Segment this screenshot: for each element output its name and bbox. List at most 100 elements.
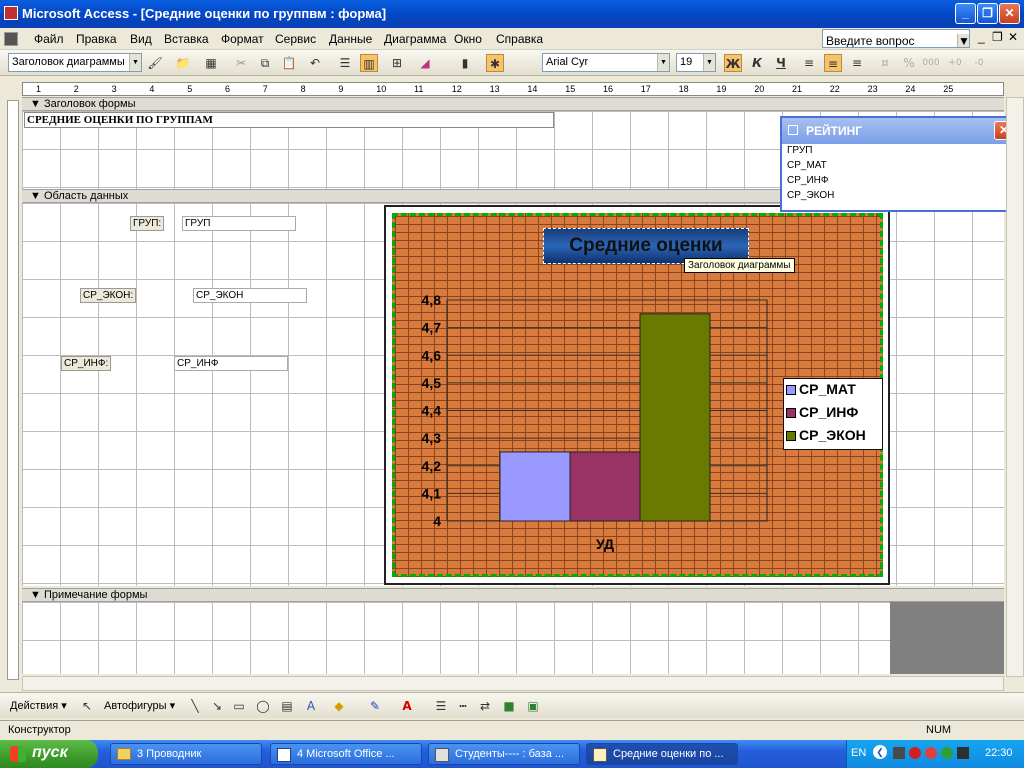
chevron-down-icon[interactable]: ▼ (657, 54, 669, 71)
field-list-item[interactable]: СР_МАТ (782, 159, 1018, 174)
field-list-item[interactable]: ГРУП (782, 144, 1018, 159)
shadow-icon[interactable]: ■ (500, 697, 518, 715)
section-header-band[interactable]: ▼ Заголовок формы (22, 97, 1004, 111)
menu-file[interactable]: Файл (34, 32, 64, 46)
textbox-icon[interactable]: ▤ (278, 697, 296, 715)
thousands-icon[interactable]: 000 (922, 54, 940, 72)
chart-area[interactable]: 4 4,1 4,2 4,3 4,4 4,5 4,6 4,7 4,8 УД Средние оцен… (392, 213, 883, 577)
field-label-sr-ekon[interactable]: СР_ЭКОН: (80, 288, 137, 303)
align-left-icon[interactable]: ≡ (800, 54, 818, 72)
form-heading[interactable]: СРЕДНИЕ ОЦЕНКИ ПО ГРУППАМ (24, 112, 554, 128)
menu-view[interactable]: Вид (130, 32, 152, 46)
properties-icon[interactable]: ✱ (486, 54, 504, 72)
taskbar-button-form[interactable]: Средние оценки по ... (586, 743, 738, 765)
font-size-select[interactable]: 19 ▼ (676, 53, 716, 72)
line-color-icon[interactable]: ✎ (366, 697, 384, 715)
field-label-sr-inf[interactable]: СР_ИНФ: (61, 356, 112, 371)
italic-button[interactable]: К (748, 54, 766, 72)
dash-style-icon[interactable]: ┅ (454, 697, 472, 715)
minimize-icon[interactable]: _ (955, 3, 976, 24)
legend-entry[interactable]: СР_ИНФ (786, 404, 858, 426)
chevron-down-icon[interactable]: ▼ (129, 54, 141, 71)
doc-minimize-icon[interactable]: _ (978, 30, 985, 44)
taskbar-button-explorer[interactable]: 3 Проводник (110, 743, 262, 765)
start-button[interactable]: пуск (0, 740, 98, 768)
wordart-icon[interactable]: A (302, 697, 320, 715)
oval-icon[interactable]: ◯ (254, 697, 272, 715)
restore-icon[interactable]: ❐ (977, 3, 998, 24)
horizontal-scrollbar[interactable] (22, 676, 1004, 691)
menu-chart[interactable]: Диаграмма (384, 32, 446, 46)
datasheet-icon[interactable]: ▦ (202, 54, 220, 72)
chart-object[interactable]: 4 4,1 4,2 4,3 4,4 4,5 4,6 4,7 4,8 УД Средние оцен… (384, 205, 890, 585)
help-search-input[interactable]: Введите вопрос ▼ (822, 29, 970, 48)
field-list-item[interactable]: СР_ЭКОН (782, 189, 1018, 204)
autoshapes-menu[interactable]: Автофигуры ▾ (104, 699, 175, 712)
close-icon[interactable]: ✕ (999, 3, 1020, 24)
menu-edit[interactable]: Правка (76, 32, 117, 46)
chevron-down-icon[interactable]: ▼ (703, 54, 715, 71)
font-color-icon[interactable]: A (398, 697, 416, 715)
field-textbox-grup[interactable]: ГРУП (182, 216, 296, 231)
fill-color-icon[interactable]: ◆ (330, 697, 348, 715)
arrow-icon[interactable]: ↘ (208, 697, 226, 715)
section-footer-band[interactable]: ▼ Примечание формы (22, 588, 1004, 602)
field-list-header[interactable]: РЕЙТИНГ ✕ (782, 118, 1018, 144)
legend-entry[interactable]: СР_МАТ (786, 381, 856, 403)
field-textbox-sr-inf[interactable]: СР_ИНФ (174, 356, 288, 371)
doc-restore-icon[interactable]: ❐ (992, 30, 1003, 44)
vertical-scrollbar[interactable] (1006, 97, 1024, 677)
actions-menu[interactable]: Действия ▾ (10, 699, 67, 712)
percent-icon[interactable]: % (900, 54, 918, 72)
by-row-icon[interactable]: ☰ (336, 54, 354, 72)
undo-icon[interactable]: ↶ (306, 54, 324, 72)
align-right-icon[interactable]: ≡ (848, 54, 866, 72)
taskbar-button-students-db[interactable]: Студенты---- : база ... (428, 743, 580, 765)
menu-data[interactable]: Данные (329, 32, 372, 46)
currency-icon[interactable]: ¤ (876, 54, 894, 72)
copy-icon[interactable]: ⧉ (256, 54, 274, 72)
field-label-grup[interactable]: ГРУП: (130, 216, 165, 231)
3d-icon[interactable]: ▣ (524, 697, 542, 715)
menu-format[interactable]: Формат (221, 32, 264, 46)
field-list-window[interactable]: РЕЙТИНГ ✕ ГРУП СР_МАТ СР_ИНФ СР_ЭКОН (780, 116, 1020, 212)
increase-decimal-icon[interactable]: +0 (946, 54, 964, 72)
paste-icon[interactable]: 📋 (280, 54, 298, 72)
legend-entry[interactable]: СР_ЭКОН (786, 427, 866, 449)
field-list-item[interactable]: СР_ИНФ (782, 174, 1018, 189)
format-painter-icon[interactable]: 🖌 (146, 54, 164, 72)
network-icon[interactable] (893, 747, 905, 759)
taskbar-button-office[interactable]: 4 Microsoft Office ... (270, 743, 422, 765)
menu-help[interactable]: Справка (496, 32, 543, 46)
menu-window[interactable]: Окно (454, 32, 482, 46)
antivirus-icon[interactable] (909, 747, 921, 759)
object-select[interactable]: Заголовок диаграммы ▼ (8, 53, 142, 72)
align-center-icon[interactable]: ≡ (824, 54, 842, 72)
legend-icon[interactable]: ▮ (456, 54, 474, 72)
volume-icon[interactable] (957, 747, 969, 759)
security-icon[interactable] (941, 747, 953, 759)
bold-button[interactable]: Ж (724, 54, 742, 72)
chart-type-icon[interactable]: ◢ (416, 54, 434, 72)
font-name-select[interactable]: Arial Cyr ▼ (542, 53, 670, 72)
tray-chevron-icon[interactable]: ❮ (873, 745, 887, 759)
decrease-decimal-icon[interactable]: -0 (970, 54, 988, 72)
import-file-icon[interactable]: 📁 (174, 54, 192, 72)
underline-button[interactable]: Ч (772, 54, 790, 72)
chart-legend[interactable]: СР_МАТ СР_ИНФ СР_ЭКОН (783, 378, 883, 450)
line-icon[interactable]: ╲ (186, 697, 204, 715)
select-pointer-icon[interactable]: ↖ (78, 697, 96, 715)
rectangle-icon[interactable]: ▭ (230, 697, 248, 715)
chevron-down-icon[interactable]: ▼ (957, 34, 969, 47)
field-textbox-sr-ekon[interactable]: СР_ЭКОН (193, 288, 307, 303)
cut-icon[interactable]: ✂ (232, 54, 250, 72)
menu-tools[interactable]: Сервис (275, 32, 316, 46)
doc-close-icon[interactable]: ✕ (1008, 30, 1018, 44)
by-column-icon[interactable]: ▥ (360, 54, 378, 72)
line-style-icon[interactable]: ☰ (432, 697, 450, 715)
arrow-style-icon[interactable]: ⇄ (476, 697, 494, 715)
menu-insert[interactable]: Вставка (164, 32, 209, 46)
language-indicator[interactable]: EN (851, 747, 866, 759)
gridlines-icon[interactable]: ⊞ (388, 54, 406, 72)
update-icon[interactable] (925, 747, 937, 759)
